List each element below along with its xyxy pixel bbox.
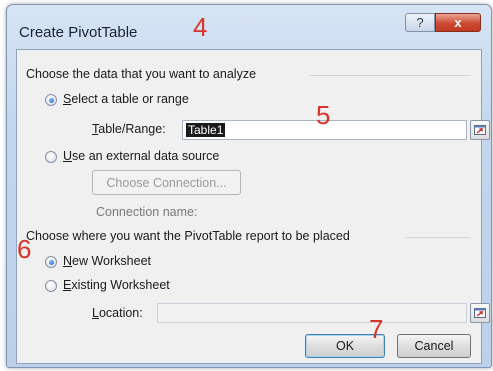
location-input[interactable] bbox=[157, 303, 467, 323]
table-range-value: Table1 bbox=[186, 123, 226, 137]
external-source-radio[interactable] bbox=[45, 151, 57, 163]
annotation-5: 5 bbox=[316, 100, 331, 130]
existing-worksheet-label-text: xisting Worksheet bbox=[71, 278, 170, 292]
annotation-6: 6 bbox=[17, 234, 32, 264]
annotation-7: 7 bbox=[369, 314, 384, 344]
choose-connection-button[interactable]: Choose Connection... bbox=[92, 170, 241, 195]
location-label-text: ocation: bbox=[98, 306, 143, 320]
help-button[interactable]: ? bbox=[405, 13, 435, 32]
placement-group-divider bbox=[405, 237, 471, 238]
connection-name-label: Connection name: bbox=[96, 205, 198, 219]
location-collapse-button[interactable] bbox=[470, 303, 490, 323]
close-icon: x bbox=[454, 15, 462, 30]
ok-label: OK bbox=[335, 339, 355, 353]
source-group-divider bbox=[309, 75, 471, 76]
dialog-window: Create PivotTable ? x Choose the data th… bbox=[6, 4, 492, 368]
range-collapse-icon bbox=[474, 308, 486, 318]
annotation-4: 4 bbox=[193, 12, 208, 42]
table-range-label: Table/Range: bbox=[92, 122, 166, 136]
new-worksheet-label[interactable]: New Worksheet bbox=[63, 254, 151, 268]
choose-connection-label: Choose Connection... bbox=[106, 175, 227, 190]
help-icon: ? bbox=[416, 15, 424, 30]
select-table-label-text: elect a table or range bbox=[71, 92, 189, 106]
screenshot-page: Create PivotTable ? x Choose the data th… bbox=[0, 0, 493, 371]
new-worksheet-accesskey: N bbox=[63, 254, 73, 268]
external-source-accesskey: U bbox=[63, 149, 73, 163]
location-label: Location: bbox=[92, 306, 143, 320]
table-range-collapse-button[interactable] bbox=[470, 120, 490, 140]
source-group-heading: Choose the data that you want to analyze bbox=[26, 67, 257, 81]
window-title: Create PivotTable bbox=[19, 24, 138, 41]
dialog-body: Choose the data that you want to analyze… bbox=[16, 49, 490, 364]
range-collapse-icon bbox=[474, 125, 486, 135]
existing-worksheet-label[interactable]: Existing Worksheet bbox=[63, 278, 170, 292]
table-range-label-text: able/Range: bbox=[98, 122, 166, 136]
external-source-label-text: se an external data source bbox=[72, 149, 220, 163]
new-worksheet-label-text: ew Worksheet bbox=[72, 254, 151, 268]
location-accesskey: L bbox=[92, 306, 99, 320]
select-table-radio[interactable] bbox=[45, 94, 57, 106]
placement-group-heading: Choose where you want the PivotTable rep… bbox=[26, 229, 350, 243]
existing-worksheet-radio[interactable] bbox=[45, 280, 57, 292]
select-table-label[interactable]: Select a table or range bbox=[63, 92, 189, 106]
cancel-button[interactable]: Cancel bbox=[397, 334, 471, 358]
close-button[interactable]: x bbox=[435, 13, 481, 32]
new-worksheet-radio[interactable] bbox=[45, 256, 57, 268]
cancel-label: Cancel bbox=[414, 339, 454, 353]
title-bar[interactable]: Create PivotTable ? x bbox=[7, 5, 491, 49]
external-source-label[interactable]: Use an external data source bbox=[63, 149, 219, 163]
